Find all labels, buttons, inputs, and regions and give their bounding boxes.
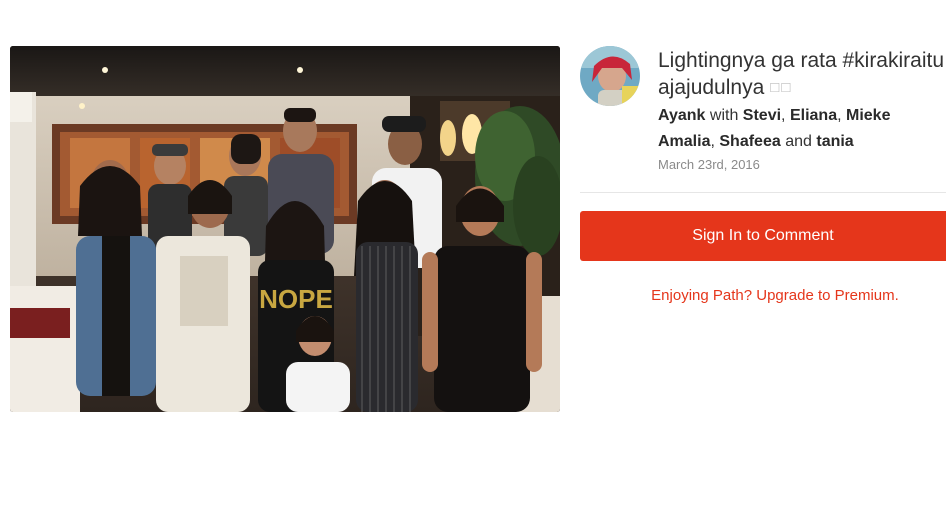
author-avatar[interactable] <box>580 46 640 106</box>
emoji-placeholder-glyphs: □□ <box>770 79 793 96</box>
avatar-image <box>580 46 640 106</box>
group-photo-image: NOPE <box>10 46 560 412</box>
divider <box>580 192 946 193</box>
sign-in-to-comment-button[interactable]: Sign In to Comment <box>580 211 946 261</box>
shirt-print: NOPE <box>259 284 333 314</box>
tagged-user-link[interactable]: Shafeea <box>719 133 780 150</box>
post-page: NOPE Lightingnya ga rata #kirakiraituaja… <box>0 0 946 531</box>
tag-separator: , <box>837 107 842 124</box>
and-word: and <box>785 133 812 150</box>
post-tags: Ayank with Stevi, Eliana, Mieke Amalia, … <box>658 103 946 155</box>
post-date: March 23rd, 2016 <box>658 157 760 172</box>
tag-separator: , <box>710 133 715 150</box>
author-name-link[interactable]: Ayank <box>658 107 705 124</box>
upgrade-to-premium-link[interactable]: Enjoying Path? Upgrade to Premium. <box>580 287 946 304</box>
tagged-user-link[interactable]: Stevi <box>743 107 781 124</box>
post-title-text: Lightingnya ga rata #kirakiraituajajudul… <box>658 49 945 99</box>
with-word: with <box>709 107 739 124</box>
post-title: Lightingnya ga rata #kirakiraituajajudul… <box>658 47 946 101</box>
tagged-user-link[interactable]: tania <box>816 133 853 150</box>
tagged-user-link[interactable]: Eliana <box>790 107 837 124</box>
post-photo[interactable]: NOPE <box>10 46 560 412</box>
tag-separator: , <box>781 107 786 124</box>
